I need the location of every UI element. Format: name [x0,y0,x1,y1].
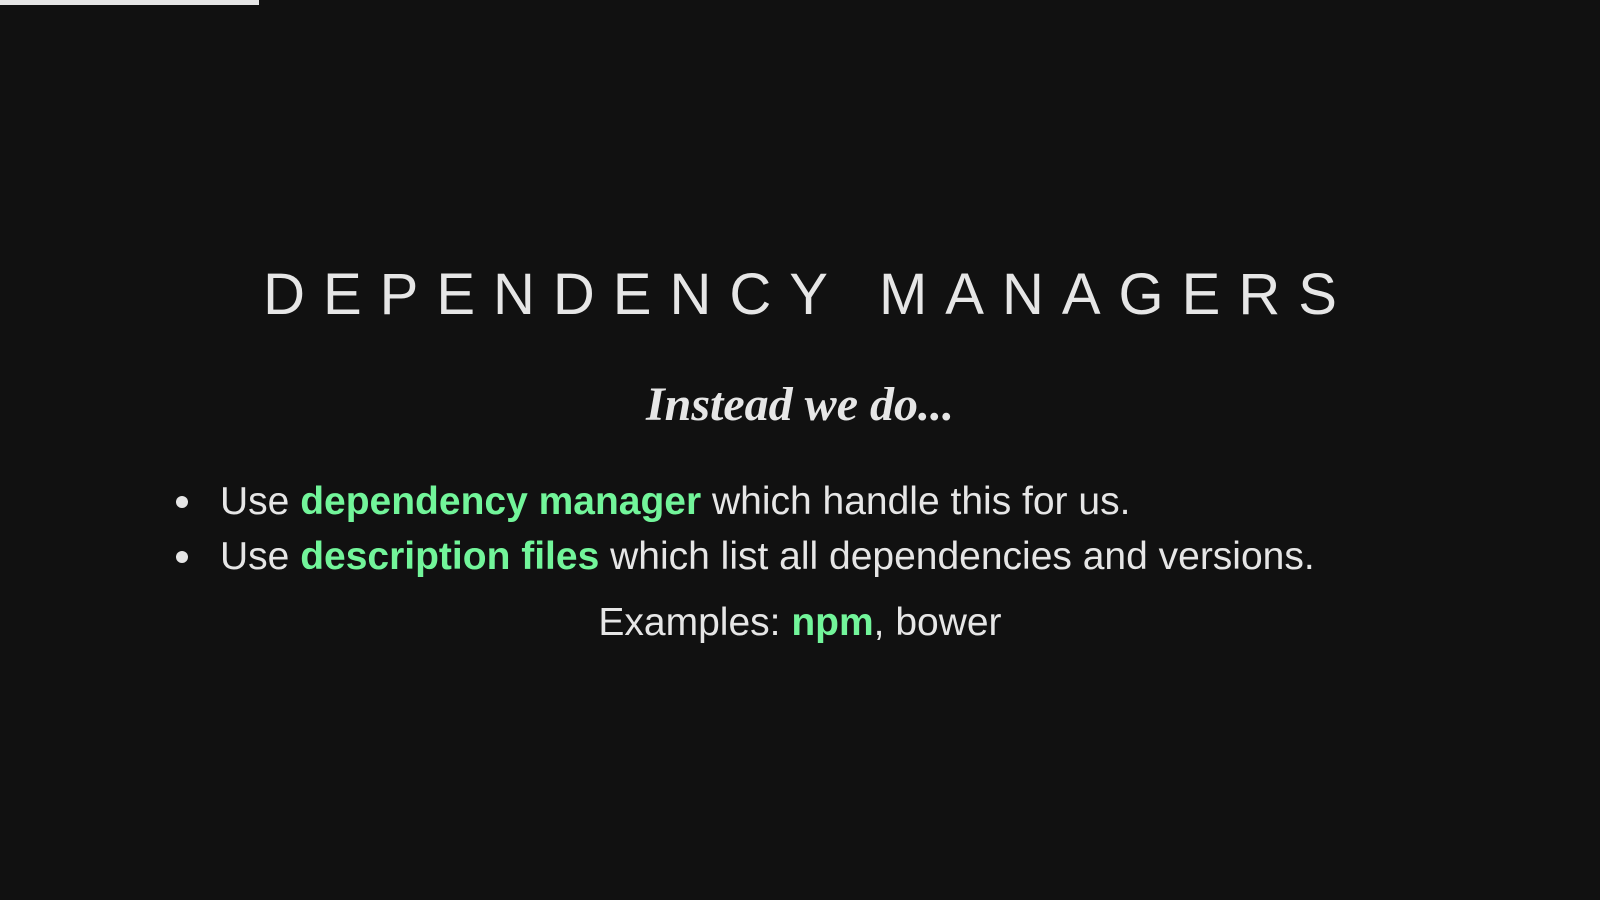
bullet-highlight: dependency manager [300,480,702,523]
examples-label: Examples: [598,601,792,644]
examples-line: Examples: npm, bower [0,598,1600,648]
bullet-suffix: which handle this for us. [701,480,1131,523]
bullet-item: Use dependency manager which handle this… [176,474,1315,529]
slide-title: DEPENDENCY MANAGERS [263,262,1355,327]
bullet-prefix: Use [220,480,301,523]
bullet-dot-icon [176,496,188,508]
bullet-item: Use description files which list all dep… [176,529,1315,584]
bullet-list: Use dependency manager which handle this… [176,474,1315,584]
bullet-suffix: which list all dependencies and versions… [599,535,1315,578]
examples-rest: , bower [873,601,1002,644]
slide-subtitle: Instead we do... [645,378,954,431]
bullet-highlight: description files [300,535,600,578]
bullet-dot-icon [176,551,188,563]
slide: DEPENDENCY MANAGERS Instead we do... Use… [0,0,1600,900]
examples-highlight: npm [791,601,874,644]
bullet-prefix: Use [220,535,301,578]
